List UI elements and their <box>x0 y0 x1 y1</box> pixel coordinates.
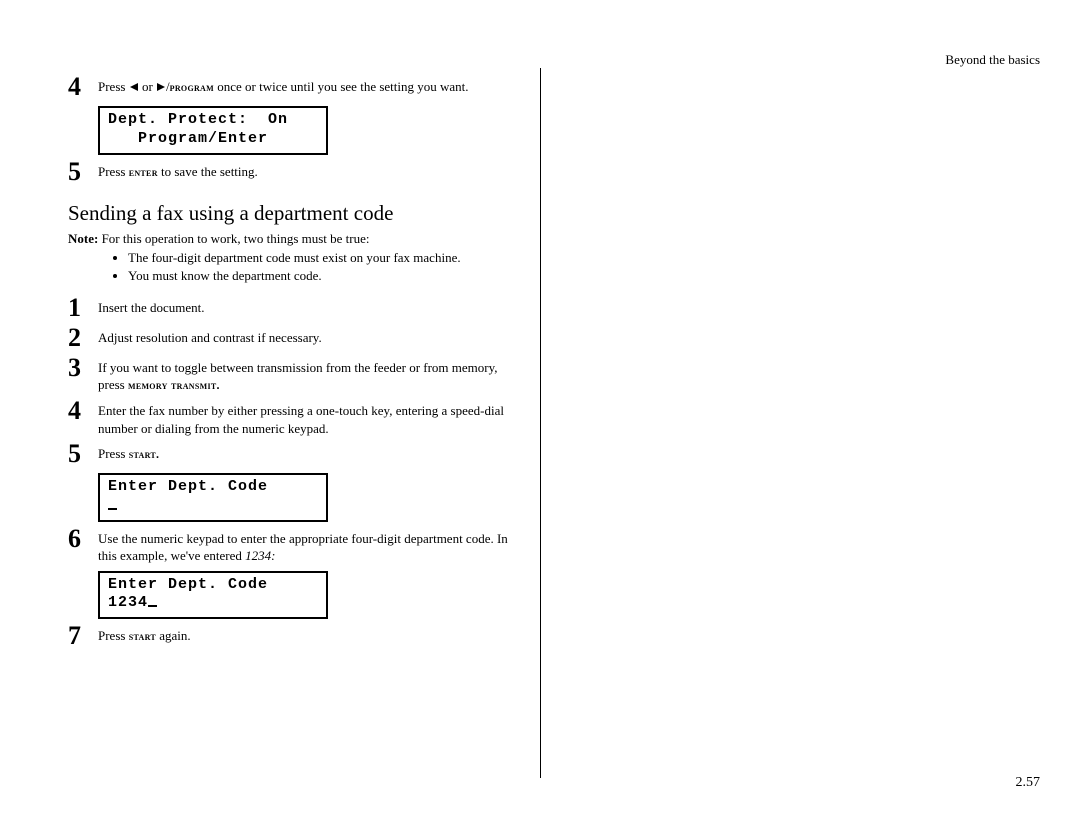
step-number: 2 <box>68 325 98 351</box>
left-column: 4 Press or /program once or twice until … <box>68 70 520 651</box>
step-4: 4 Enter the fax number by either pressin… <box>68 398 520 437</box>
page-number: 2.57 <box>1016 775 1041 791</box>
list-item: You must know the department code. <box>128 267 520 285</box>
step-3: 3 If you want to toggle between transmis… <box>68 355 520 394</box>
right-arrow-icon <box>156 79 166 97</box>
lcd-line: Program/Enter <box>108 130 268 147</box>
section-heading: Sending a fax using a department code <box>68 201 520 226</box>
key-label: memory transmit. <box>128 378 220 392</box>
step-text: Insert the document. <box>98 295 205 317</box>
column-rule <box>540 68 541 778</box>
lcd-display: Enter Dept. Code 1234 <box>98 571 328 620</box>
left-arrow-icon <box>129 79 139 97</box>
step-text: Press start again. <box>98 623 191 645</box>
step-text: If you want to toggle between transmissi… <box>98 355 520 394</box>
step-text: Press enter to save the setting. <box>98 159 258 181</box>
lcd-display: Dept. Protect: On Program/Enter <box>98 106 328 155</box>
step-4-top: 4 Press or /program once or twice until … <box>68 74 520 100</box>
note-text: For this operation to work, two things m… <box>98 231 369 246</box>
key-label: program <box>170 80 214 94</box>
text: to save the setting. <box>158 164 258 179</box>
step-6: 6 Use the numeric keypad to enter the ap… <box>68 526 520 565</box>
step-text: Enter the fax number by either pressing … <box>98 398 520 437</box>
step-number: 4 <box>68 74 98 100</box>
text: or <box>139 79 156 94</box>
step-number: 5 <box>68 159 98 185</box>
note-line: Note: For this operation to work, two th… <box>68 231 520 247</box>
step-7: 7 Press start again. <box>68 623 520 649</box>
list-item: The four-digit department code must exis… <box>128 249 520 267</box>
text: Press <box>98 164 129 179</box>
lcd-line: 1234 <box>108 594 148 611</box>
key-label: start <box>129 629 156 643</box>
lcd-line: Enter Dept. Code <box>108 576 268 593</box>
step-text: Press or /program once or twice until yo… <box>98 74 469 97</box>
cursor-icon <box>148 605 157 607</box>
running-header: Beyond the basics <box>945 52 1040 68</box>
step-number: 6 <box>68 526 98 552</box>
example-value: 1234: <box>245 548 275 563</box>
text: Press <box>98 446 129 461</box>
lcd-display: Enter Dept. Code <box>98 473 328 522</box>
step-text: Use the numeric keypad to enter the appr… <box>98 526 520 565</box>
step-text: Adjust resolution and contrast if necess… <box>98 325 322 347</box>
cursor-icon <box>108 508 117 510</box>
step-number: 5 <box>68 441 98 467</box>
lcd-line: Dept. Protect: On <box>108 111 288 128</box>
manual-page: Beyond the basics 2.57 4 Press or /progr… <box>0 0 1080 834</box>
step-1: 1 Insert the document. <box>68 295 520 321</box>
key-label: start. <box>129 447 160 461</box>
step-number: 1 <box>68 295 98 321</box>
step-2: 2 Adjust resolution and contrast if nece… <box>68 325 520 351</box>
key-label: enter <box>129 165 158 179</box>
step-number: 4 <box>68 398 98 424</box>
step-5: 5 Press start. <box>68 441 520 467</box>
text: once or twice until you see the setting … <box>214 79 469 94</box>
step-5-top: 5 Press enter to save the setting. <box>68 159 520 185</box>
text: Use the numeric keypad to enter the appr… <box>98 531 508 564</box>
text: again. <box>156 628 191 643</box>
step-number: 7 <box>68 623 98 649</box>
note-bullets: The four-digit department code must exis… <box>68 249 520 285</box>
text: Press <box>98 79 129 94</box>
lcd-line: Enter Dept. Code <box>108 478 268 495</box>
step-text: Press start. <box>98 441 159 463</box>
text: Press <box>98 628 129 643</box>
note-label: Note: <box>68 231 98 246</box>
step-number: 3 <box>68 355 98 381</box>
